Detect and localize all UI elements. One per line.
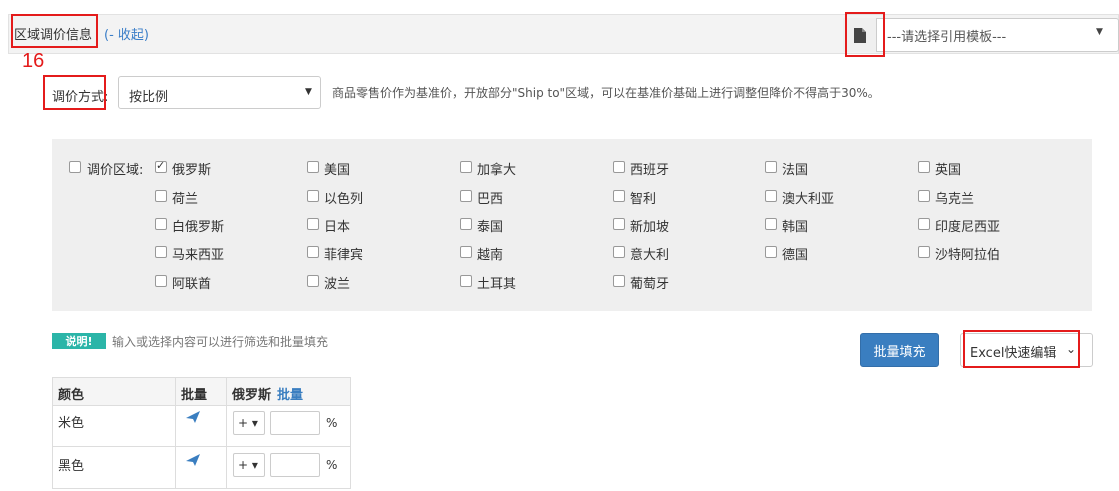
region-label-item: 新加坡 <box>630 220 670 235</box>
region-label: 调价区域: <box>87 163 144 178</box>
chevron-down-icon: ▼ <box>1096 27 1103 37</box>
batch-fill-button[interactable]: 批量填充 <box>860 333 939 367</box>
percent-input[interactable] <box>270 453 320 477</box>
region-label-item: 乌克兰 <box>935 192 975 207</box>
region-label-item: 阿联酋 <box>172 277 212 292</box>
region-label-item: 意大利 <box>630 248 670 263</box>
column-header-batch: 批量 <box>181 388 208 403</box>
region-checkbox[interactable] <box>155 275 167 287</box>
column-header-color: 颜色 <box>58 388 85 403</box>
document-icon[interactable] <box>843 18 877 52</box>
region-all-checkbox[interactable] <box>69 161 81 173</box>
sign-select[interactable]: + ▾ <box>233 411 265 435</box>
region-checkbox[interactable] <box>307 246 319 258</box>
template-placeholder: ---请选择引用模板--- <box>887 30 1007 45</box>
region-label-item: 以色列 <box>324 192 364 207</box>
region-checkbox[interactable] <box>918 190 930 202</box>
region-checkbox[interactable] <box>918 218 930 230</box>
region-checkbox[interactable] <box>460 275 472 287</box>
region-label-item: 德国 <box>782 248 809 263</box>
region-checkbox[interactable] <box>155 246 167 258</box>
region-label-item: 俄罗斯 <box>172 163 212 178</box>
region-checkbox[interactable] <box>155 190 167 202</box>
region-checkbox[interactable] <box>613 190 625 202</box>
region-checkbox[interactable] <box>307 190 319 202</box>
row-color-label: 黑色 <box>58 459 85 474</box>
region-label-item: 泰国 <box>477 220 504 235</box>
send-icon[interactable] <box>186 411 200 427</box>
column-header-region: 俄罗斯 <box>232 388 272 403</box>
percent-input[interactable] <box>270 411 320 435</box>
region-label-item: 菲律宾 <box>324 248 364 263</box>
percent-unit: % <box>326 416 338 430</box>
region-checkbox[interactable] <box>155 159 167 173</box>
region-label-item: 西班牙 <box>630 163 670 178</box>
region-label-item: 葡萄牙 <box>630 277 670 292</box>
excel-edit-label: Excel快速编辑 <box>970 346 1057 361</box>
divider <box>53 446 350 447</box>
region-checkbox[interactable] <box>613 161 625 173</box>
region-label-item: 沙特阿拉伯 <box>935 248 1001 263</box>
section-title: 区域调价信息 <box>14 28 93 43</box>
region-label-item: 日本 <box>324 220 351 235</box>
region-checkbox[interactable] <box>613 246 625 258</box>
region-checkbox[interactable] <box>307 275 319 287</box>
chevron-down-icon: ⌄ <box>1066 342 1077 356</box>
region-checkbox[interactable] <box>918 161 930 173</box>
sign-select[interactable]: + ▾ <box>233 453 265 477</box>
region-checkbox[interactable] <box>765 190 777 202</box>
adjust-description: 商品零售价作为基准价，开放部分"Ship to"区域，可以在基准价基础上进行调整… <box>332 86 880 100</box>
note-text: 输入或选择内容可以进行筛选和批量填充 <box>112 335 329 349</box>
region-checkbox[interactable] <box>918 246 930 258</box>
region-checkbox[interactable] <box>460 190 472 202</box>
region-label-item: 英国 <box>935 163 962 178</box>
region-label-item: 美国 <box>324 163 351 178</box>
chevron-down-icon: ▼ <box>305 87 312 97</box>
region-label-item: 智利 <box>630 192 657 207</box>
region-label-item: 印度尼西亚 <box>935 220 1001 235</box>
collapse-link[interactable]: (- 收起) <box>104 24 149 43</box>
send-icon[interactable] <box>186 454 200 470</box>
region-checkbox[interactable] <box>765 246 777 258</box>
annotation-number: 16 <box>22 50 45 72</box>
region-checkbox[interactable] <box>307 218 319 230</box>
region-label-item: 波兰 <box>324 277 351 292</box>
adjust-method-value: 按比例 <box>129 90 169 105</box>
region-label-item: 澳大利亚 <box>782 192 835 207</box>
region-checkbox[interactable] <box>460 161 472 173</box>
region-checkbox[interactable] <box>613 275 625 287</box>
region-checkbox[interactable] <box>613 218 625 230</box>
row-color-label: 米色 <box>58 416 85 431</box>
divider <box>175 378 176 488</box>
region-checkbox[interactable] <box>765 161 777 173</box>
region-label-item: 白俄罗斯 <box>172 220 225 235</box>
region-label-item: 加拿大 <box>477 163 517 178</box>
region-label-item: 韩国 <box>782 220 809 235</box>
region-label-item: 土耳其 <box>477 277 517 292</box>
region-label-item: 法国 <box>782 163 809 178</box>
region-label-item: 荷兰 <box>172 192 199 207</box>
note-badge: 说明! <box>52 333 106 349</box>
region-checkbox[interactable] <box>307 161 319 173</box>
region-checkbox[interactable] <box>155 218 167 230</box>
region-checkbox[interactable] <box>460 218 472 230</box>
adjust-method-label: 调价方式: <box>52 90 109 105</box>
region-label-item: 巴西 <box>477 192 504 207</box>
divider <box>226 378 227 488</box>
region-label-item: 马来西亚 <box>172 248 225 263</box>
percent-unit: % <box>326 458 338 472</box>
region-batch-link[interactable]: 批量 <box>277 384 303 403</box>
region-checkbox[interactable] <box>460 246 472 258</box>
region-label-item: 越南 <box>477 248 504 263</box>
divider <box>53 405 350 406</box>
region-checkbox[interactable] <box>765 218 777 230</box>
